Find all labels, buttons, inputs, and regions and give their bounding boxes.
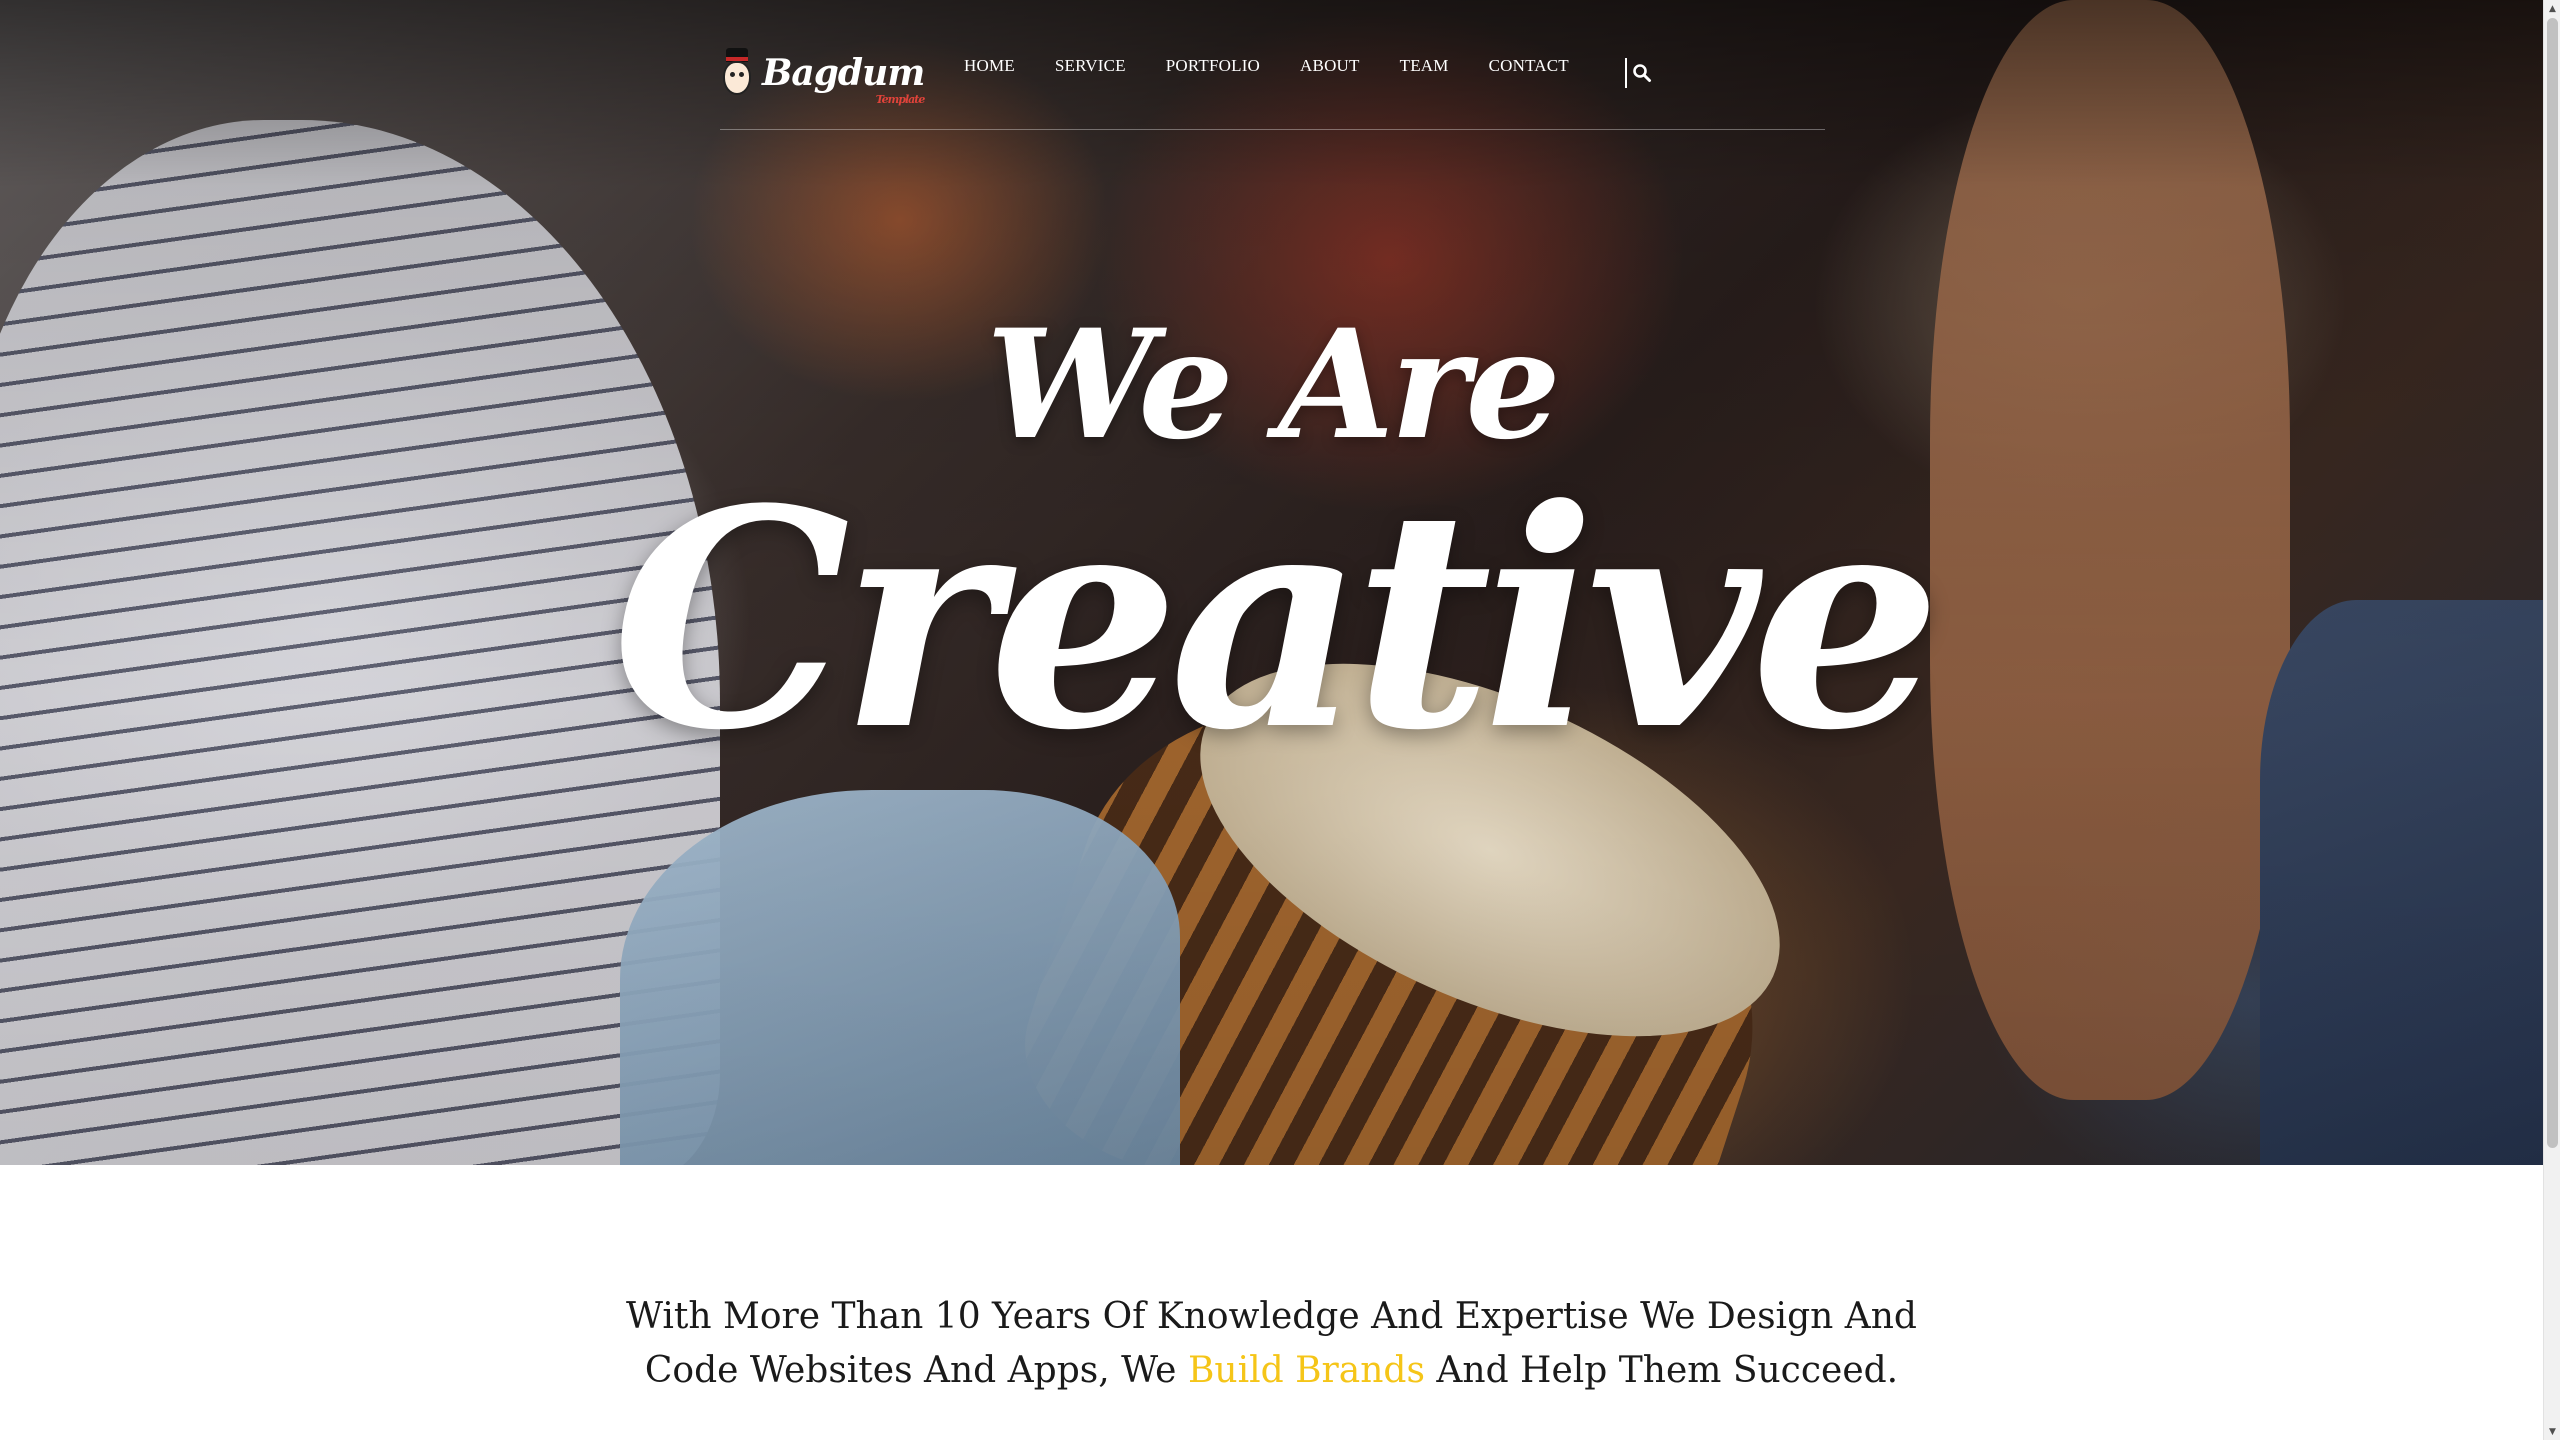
intro-line-2-before: Code Websites And Apps, We <box>644 1350 1188 1391</box>
nav-item-portfolio[interactable]: PORTFOLIO <box>1166 56 1260 76</box>
navbar: Bagdum Template HOME SERVICE PORTFOLIO A… <box>720 0 1825 130</box>
nav-item-about[interactable]: ABOUT <box>1300 56 1360 76</box>
intro-highlight: Build Brands <box>1187 1350 1425 1391</box>
search-button[interactable] <box>1625 58 1652 88</box>
intro-line-1: With More Than 10 Years Of Knowledge And… <box>626 1296 1917 1337</box>
scroll-thumb[interactable] <box>2547 18 2558 1148</box>
logo-text: Bagdum Template <box>762 52 925 105</box>
scroll-down-arrow-icon[interactable]: ▼ <box>2544 1423 2560 1440</box>
nav-item-team[interactable]: TEAM <box>1400 56 1449 76</box>
intro-line-2: Code Websites And Apps, We Build Brands … <box>0 1344 2543 1398</box>
nav-item-contact[interactable]: CONTACT <box>1489 56 1569 76</box>
hero-section: Bagdum Template HOME SERVICE PORTFOLIO A… <box>0 0 2543 1165</box>
nav-item-service[interactable]: SERVICE <box>1055 56 1126 76</box>
logo-name: Bagdum <box>762 52 925 94</box>
hero-title-we-are: We Are <box>986 297 1561 473</box>
main-nav: HOME SERVICE PORTFOLIO ABOUT TEAM CONTAC… <box>964 56 1609 76</box>
hero-title-creative: Creative <box>611 443 1942 796</box>
page: Bagdum Template HOME SERVICE PORTFOLIO A… <box>0 0 2560 1440</box>
logo-tagline: Template <box>875 93 926 106</box>
site-logo[interactable]: Bagdum Template <box>720 48 925 105</box>
nav-item-home[interactable]: HOME <box>964 56 1015 76</box>
intro-text: With More Than 10 Years Of Knowledge And… <box>0 1290 2543 1398</box>
intro-line-2-after: And Help Them Succeed. <box>1424 1350 1899 1391</box>
search-icon <box>1633 64 1651 82</box>
scroll-up-arrow-icon[interactable]: ▲ <box>2544 0 2560 17</box>
logo-mascot-icon <box>720 48 754 98</box>
page-scrollbar[interactable]: ▲ ▼ <box>2543 0 2560 1440</box>
